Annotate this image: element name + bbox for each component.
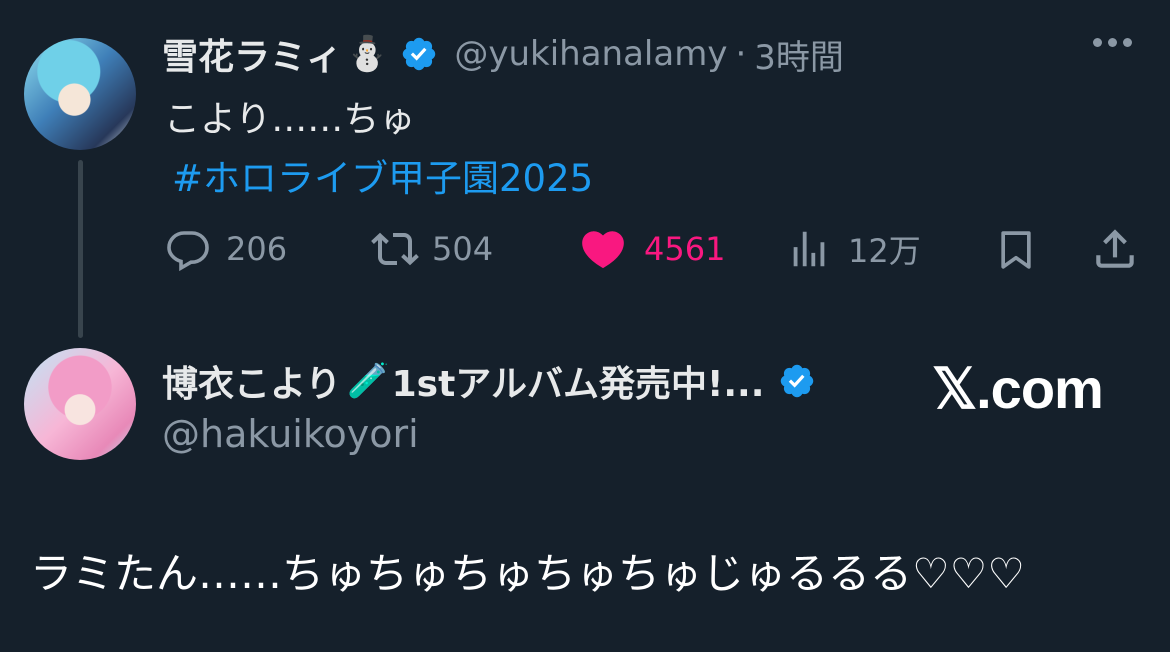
retweet-icon (371, 232, 419, 266)
tweet1-timestamp[interactable]: 3時間 (754, 30, 844, 79)
thread-connector-line (78, 160, 83, 338)
tweet2-header: 博衣こより 🧪 1stアルバム発売中!... (162, 356, 816, 406)
reply-icon (167, 231, 209, 272)
reply-button[interactable]: 206 (164, 224, 287, 274)
bookmark-button[interactable] (994, 224, 1038, 280)
tweet2-display-name[interactable]: 博衣こより (162, 355, 341, 407)
views-button[interactable]: 12万 (786, 224, 921, 274)
avatar-yukihanalamy[interactable] (24, 38, 136, 150)
tweet2-text: ラミたん……ちゅちゅちゅちゅちゅじゅるるる♡♡♡ (30, 549, 1025, 598)
retweet-button[interactable]: 504 (368, 224, 493, 274)
bookmark-icon (1001, 231, 1031, 269)
tweet1-hashtag-link[interactable]: #ホロライブ甲子園2025 (172, 148, 593, 202)
views-icon (793, 231, 825, 267)
like-button[interactable]: 4561 (576, 224, 725, 274)
snowman-emoji-icon: ⛄ (346, 34, 389, 74)
verified-badge-icon (781, 364, 814, 398)
like-count: 4561 (644, 230, 726, 268)
tweet1-header: 雪花ラミィ ⛄ @yukihanalamy · 3時間 (162, 30, 844, 78)
tweet1-handle[interactable]: @yukihanalamy (454, 34, 727, 74)
more-icon[interactable] (1093, 38, 1132, 47)
verified-badge-icon (403, 37, 436, 71)
heart-icon (582, 231, 624, 269)
share-button[interactable] (1090, 224, 1140, 278)
tweet2-display-name-suffix: 1stアルバム発売中!... (391, 364, 765, 405)
x-com-watermark: 𝕏.com (932, 357, 1104, 420)
views-count: 12万 (848, 232, 921, 270)
tweet2-handle[interactable]: @hakuikoyori (162, 412, 419, 456)
tweet1-separator: · (735, 34, 747, 74)
tweet1-display-name[interactable]: 雪花ラミィ (162, 28, 342, 80)
share-icon (1096, 229, 1134, 268)
retweet-count: 504 (432, 230, 494, 268)
avatar-hakuikoyori[interactable] (24, 348, 136, 460)
test-tube-emoji-icon: 🧪 (347, 361, 390, 401)
reply-count: 206 (226, 230, 288, 268)
tweet1-text: こより……ちゅ (164, 99, 416, 140)
